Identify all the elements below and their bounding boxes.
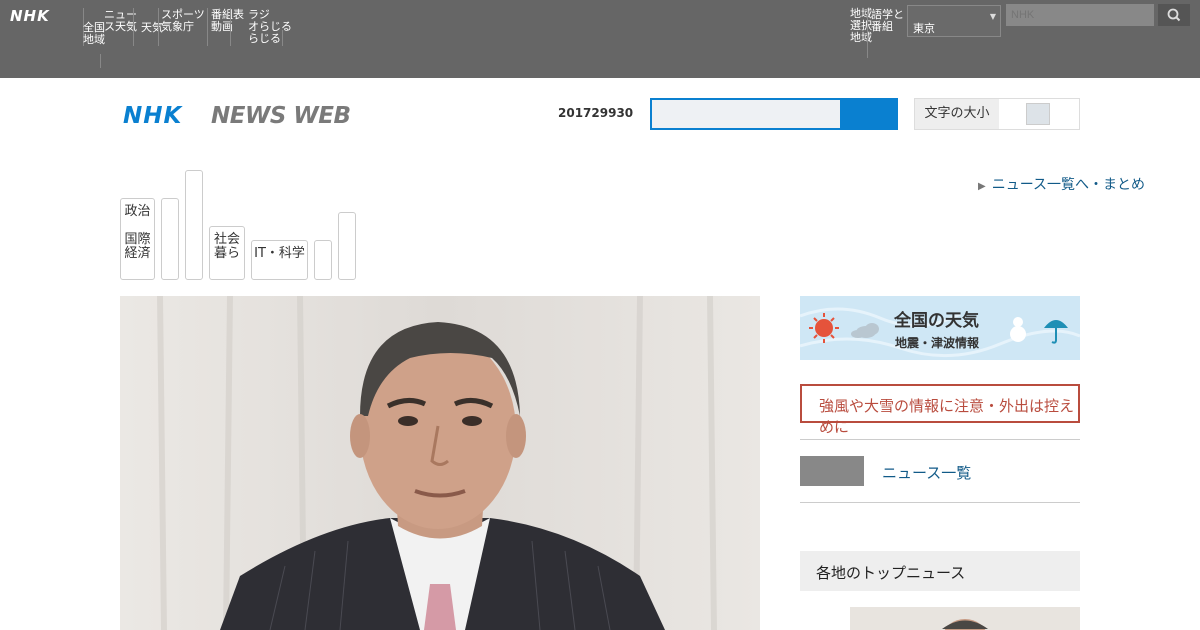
nav-link-local[interactable]: 地域 選択 地域: [850, 8, 872, 44]
cloud-icon: [851, 323, 879, 338]
site-logo-news-web[interactable]: NEWS WEB: [211, 103, 351, 129]
weather-title: 全国の天気: [894, 311, 979, 331]
region-select[interactable]: 東京 ▼: [907, 5, 1001, 37]
nav-link-radio[interactable]: ラジ オらじる らじる: [248, 9, 292, 45]
alert-link[interactable]: 強風や大雪の情報に注意・外出は控えめに: [800, 384, 1080, 436]
nav-link-region[interactable]: 全国 地域: [83, 22, 105, 46]
tab-category[interactable]: [314, 240, 332, 280]
snowman-icon: [1010, 317, 1026, 342]
site-logo-nhk[interactable]: NHK: [123, 103, 182, 129]
play-arrow-icon: ▶: [978, 181, 986, 192]
main-news-photo[interactable]: [120, 296, 760, 630]
chevron-down-icon: ▼: [989, 12, 996, 21]
region-select-value: 東京: [913, 22, 935, 35]
nav-divider: [867, 8, 868, 58]
current-date: 201729930: [558, 106, 634, 120]
thumbnail-image: [850, 607, 1080, 630]
weather-banner[interactable]: 全国の天気 地震・津波情報: [800, 296, 1080, 360]
sidebar-news-list-link[interactable]: ニュース一覧: [882, 462, 971, 483]
nav-divider: [100, 54, 101, 68]
nav-link-schedule[interactable]: 番組表 動画: [211, 9, 244, 33]
global-search-button[interactable]: [1158, 4, 1190, 26]
sidebar-thumbnail[interactable]: [850, 607, 1080, 630]
nav-divider: [230, 8, 231, 46]
divider: [800, 502, 1080, 503]
person-portrait-image: [120, 296, 760, 630]
nav-divider: [207, 8, 208, 46]
site-search-input[interactable]: [650, 98, 842, 130]
font-size-toggle[interactable]: 文字の大小: [914, 98, 1080, 130]
weather-subtitle: 地震・津波情報: [895, 336, 980, 350]
news-list-link[interactable]: ▶ ニュース一覧へ・まとめ: [978, 174, 1145, 194]
tab-society[interactable]: 社会 暮ら: [209, 226, 245, 280]
nav-link-sports[interactable]: スポーツ 気象庁: [161, 9, 205, 33]
news-list-button[interactable]: [800, 456, 864, 486]
news-list-link-label: ニュース一覧へ・まとめ: [991, 177, 1146, 193]
site-search-button[interactable]: [842, 98, 898, 130]
global-nav-bar: NHK 全国 地域 ニュー ス天気 天気 スポーツ 気象庁 番組表 動画 ラジ …: [0, 0, 1200, 78]
sidebar-section-heading: 各地のトップニュース: [800, 551, 1080, 591]
nav-divider: [158, 8, 159, 46]
tab-category[interactable]: [338, 212, 356, 280]
tab-category[interactable]: [161, 198, 179, 280]
nav-divider: [133, 8, 134, 46]
toggle-knob[interactable]: [1026, 103, 1050, 125]
tab-politics[interactable]: 政治 国際 経済: [120, 198, 155, 280]
tab-it-science[interactable]: IT・科学: [251, 240, 308, 280]
divider: [800, 439, 1080, 440]
nav-link-weather[interactable]: 天気: [141, 22, 163, 34]
search-icon: [1167, 8, 1181, 22]
font-size-toggle-label: 文字の大小: [915, 99, 999, 129]
nav-divider: [282, 30, 283, 46]
nav-link-language[interactable]: 語学と 番組: [871, 9, 904, 33]
global-search-input[interactable]: [1006, 4, 1154, 26]
tab-category[interactable]: [185, 170, 203, 280]
nhk-global-logo[interactable]: NHK: [10, 7, 50, 25]
